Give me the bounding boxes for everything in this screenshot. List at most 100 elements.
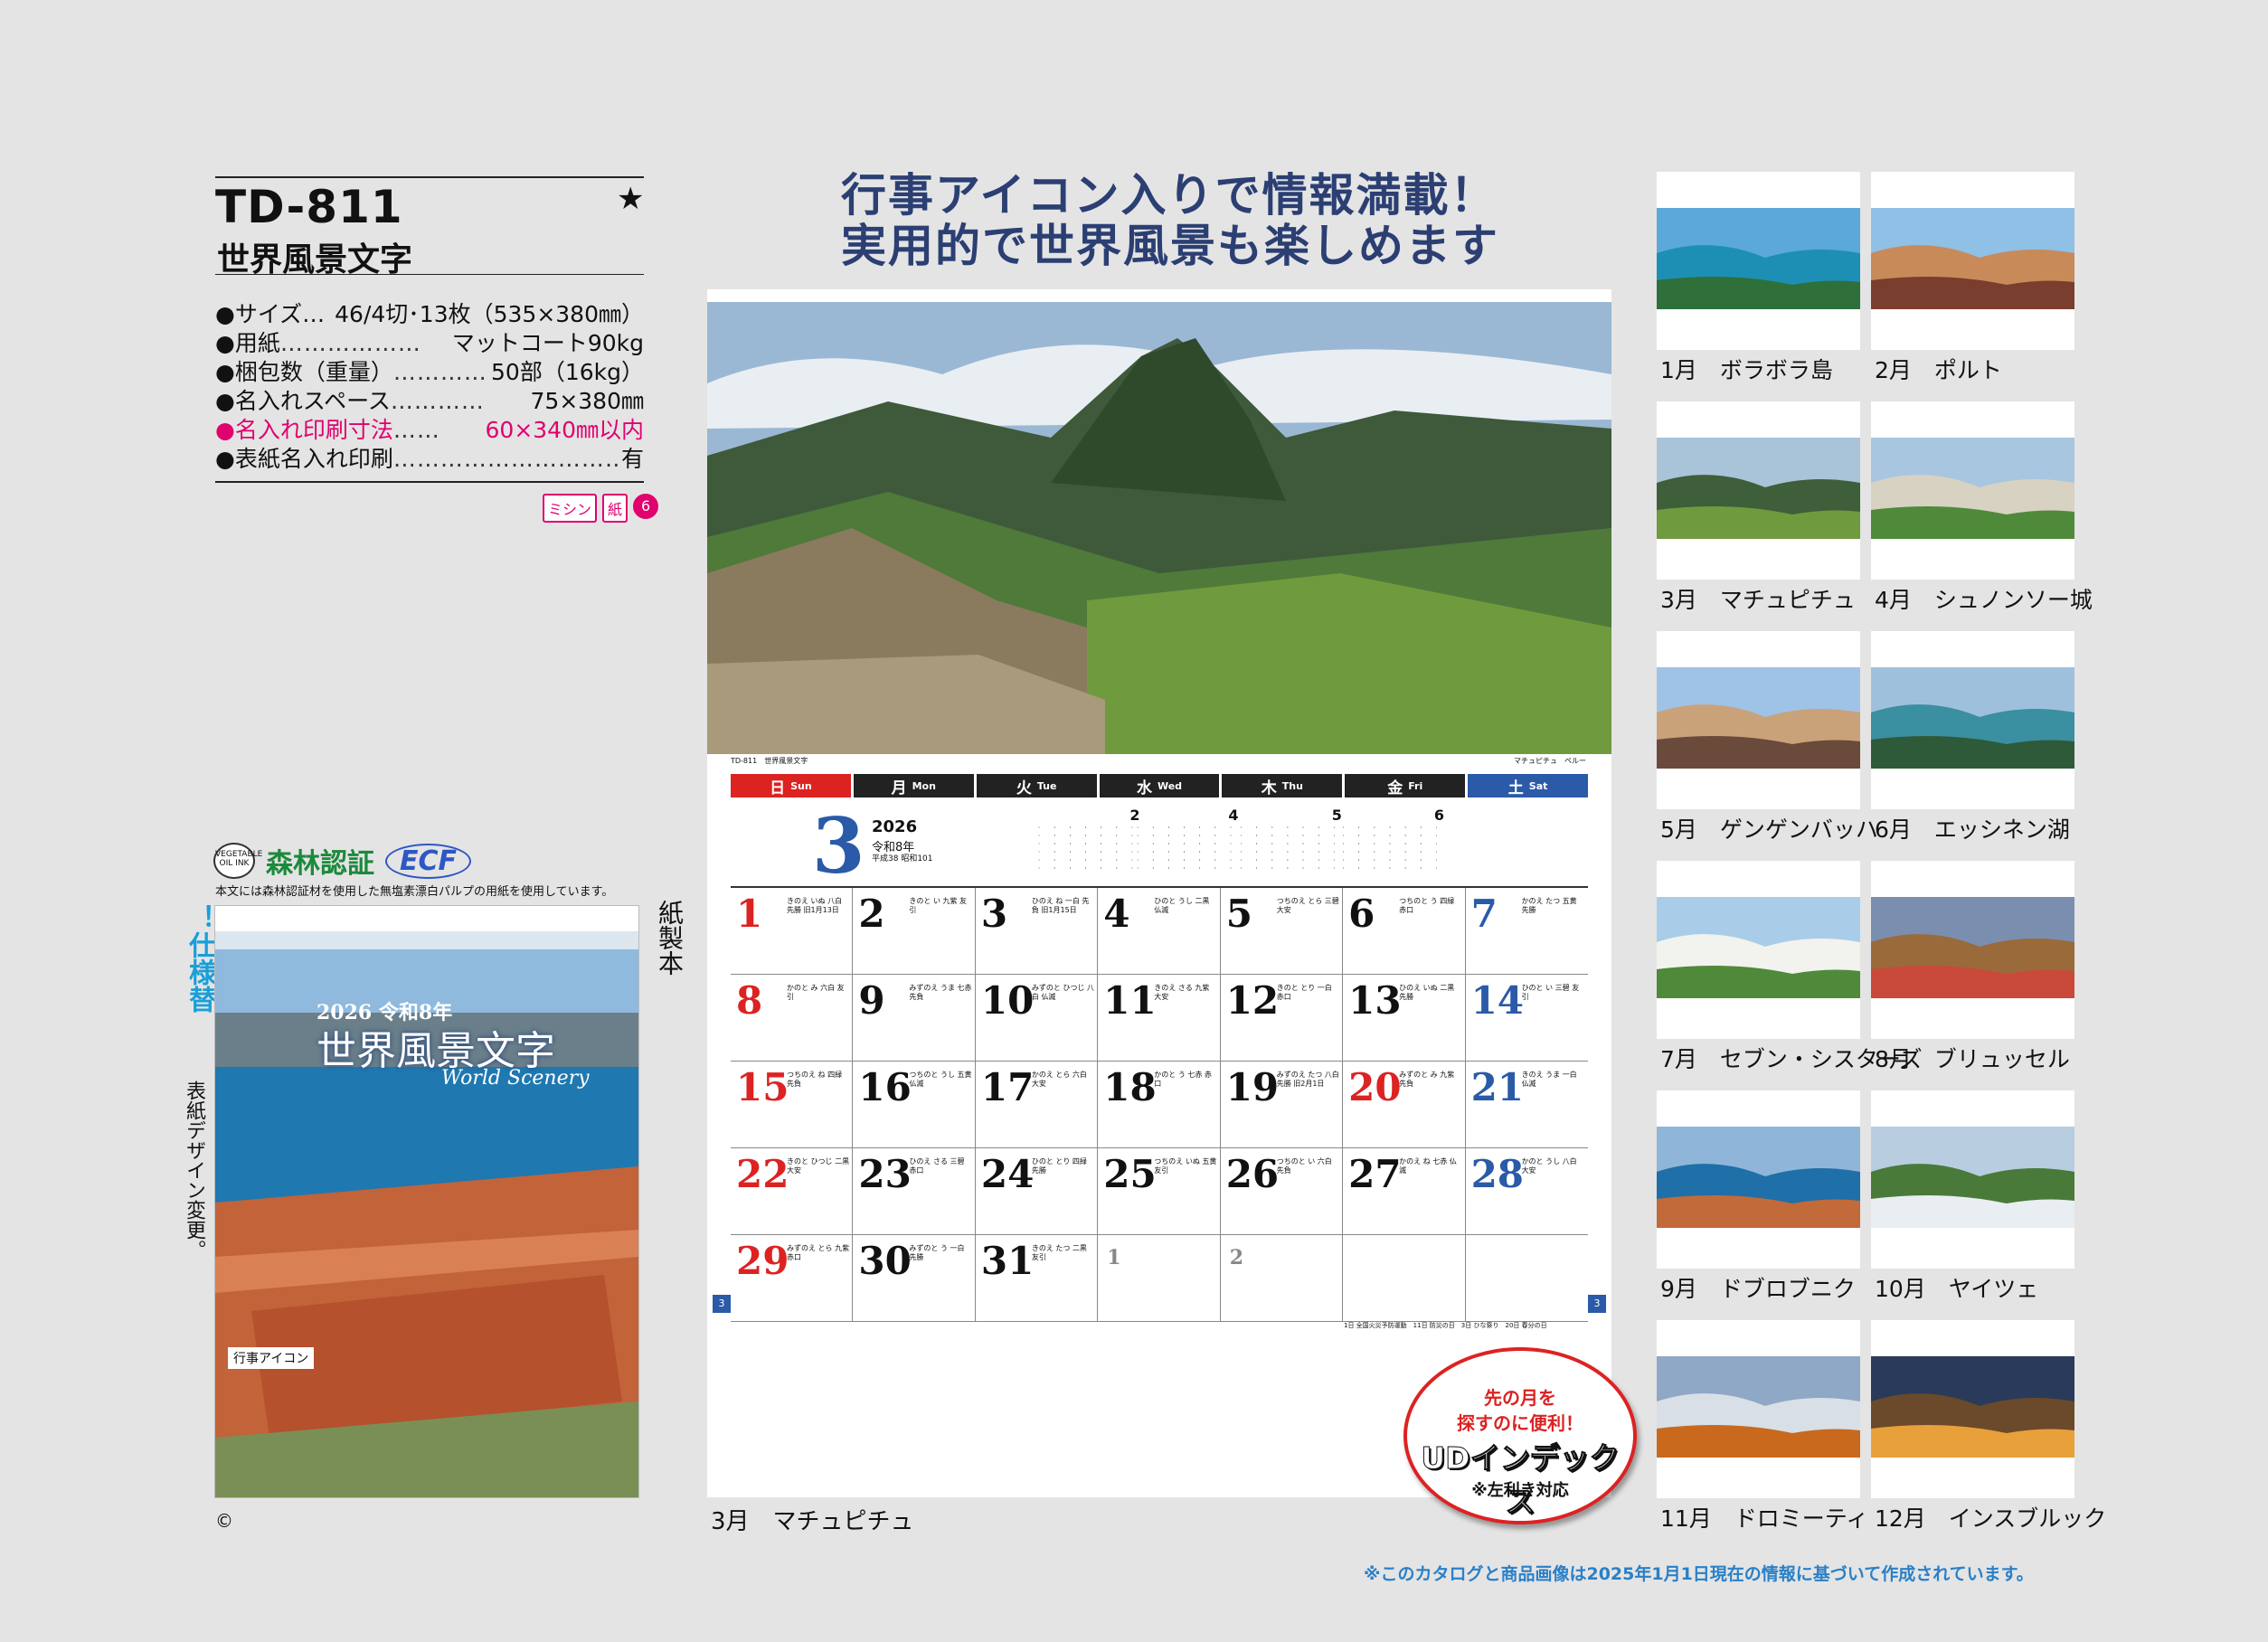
day-number: 26	[1225, 1152, 1280, 1196]
day-number: 1	[736, 892, 763, 936]
year: 2026	[872, 817, 918, 836]
day-cell: 11 きのえ さる 九紫 大安	[1098, 975, 1221, 1062]
day-note: つちのと い 六白 先負	[1276, 1157, 1332, 1175]
spec-value: マットコート90kg	[451, 330, 644, 356]
weekday-sun: 日 Sun	[731, 774, 851, 797]
day-number: 4	[1103, 892, 1130, 936]
thumbnail-caption: 3月 マチュピチュ	[1660, 587, 1856, 613]
day-note: みずのと う 一白 先勝	[909, 1244, 965, 1261]
day-number: 6	[1348, 892, 1375, 936]
month-thumbnail	[1657, 861, 1860, 1039]
thumbnail-caption: 4月 シュノンソー城	[1875, 587, 2093, 613]
spec-label: ●サイズ…	[215, 301, 326, 327]
thumbnail-photo	[1657, 1127, 1860, 1228]
spec-item: ●表紙名入れ印刷………………………… 有	[215, 445, 644, 474]
weekday-fri: 金 Fri	[1345, 774, 1466, 797]
thumbnail-caption: 9月 ドブロブニク	[1660, 1276, 1856, 1302]
thumbnail-caption: 6月 エッシネン湖	[1875, 816, 2070, 843]
star-icon: ★	[617, 181, 645, 217]
day-note: ひのえ ね 一白 先負 旧1月15日	[1031, 897, 1090, 914]
day-number: 31	[980, 1239, 1035, 1283]
day-note: つちのと う 四緑 赤口	[1399, 897, 1455, 914]
thumbnail-caption: 10月 ヤイツェ	[1875, 1276, 2039, 1302]
day-note: ひのえ さる 三碧 赤口	[909, 1157, 965, 1175]
day-number: 15	[736, 1065, 789, 1109]
binding-label: 紙製本	[655, 900, 685, 976]
certification-note: 本文には森林認証材を使用した無塩素漂白パルプの用紙を使用しています。	[215, 885, 614, 899]
thumbnail-photo	[1871, 438, 2074, 539]
calendar-page: TD-811 世界風景文字 マチュピチュ ペルー 日 Sun 月 Mon 火 Tue 水 We…	[707, 289, 1611, 1497]
day-note: つちのと うし 五黄 仏滅	[909, 1071, 972, 1088]
spec-label: ●名入れ印刷寸法	[215, 417, 393, 443]
day-number: 12	[1225, 978, 1280, 1023]
month-thumbnail	[1871, 861, 2074, 1039]
divider	[215, 274, 644, 275]
ud-note: ※左利き対応	[1471, 1481, 1569, 1500]
day-note: つちのえ ね 四緑 先負	[787, 1071, 843, 1088]
day-note: かのと う 七赤 赤口	[1154, 1071, 1212, 1088]
day-number: 21	[1470, 1065, 1525, 1109]
day-number: 25	[1103, 1152, 1157, 1196]
day-note: みずのえ うま 七赤 先負	[909, 984, 972, 1001]
spec-item: ●名入れスペース………… 75×380㎜	[215, 387, 644, 416]
weekday-jp: 水	[1136, 779, 1152, 797]
day-note: きのと い 九紫 友引	[909, 897, 968, 914]
day-cell: 27 かのえ ね 七赤 仏滅	[1343, 1148, 1466, 1235]
day-cell: 24 ひのと とり 四緑 先勝	[975, 1148, 1099, 1235]
day-cell: 4 ひのと うし 二黒 仏滅	[1098, 888, 1221, 975]
weekday-tue: 火 Tue	[976, 774, 1097, 797]
spec-value: 有	[620, 446, 644, 472]
day-cell: 7 かのえ たつ 五黄 先勝	[1465, 888, 1588, 975]
weekday-en: Sat	[1528, 779, 1548, 792]
day-cell: 18 かのと う 七赤 赤口	[1098, 1062, 1221, 1148]
day-cell: 14 ひのと い 三碧 友引	[1465, 975, 1588, 1062]
thumbnail-photo	[1871, 1356, 2074, 1458]
photo-code: TD-811 世界風景文字	[731, 757, 808, 765]
thumbnail-photo	[1871, 667, 2074, 769]
day-note: きのえ さる 九紫 大安	[1154, 984, 1210, 1001]
mini-month-number: 4	[1228, 807, 1239, 824]
main-photo	[707, 302, 1611, 754]
day-note: きのと とり 一白 赤口	[1276, 984, 1332, 1001]
vegetable-ink-logo: VEGETABLE OIL INK	[213, 843, 262, 879]
spec-item: ●用紙……………… マットコート90kg	[215, 329, 644, 358]
cover-image: 2026 令和8年 世界風景文字 World Scenery 行事アイコン	[215, 906, 638, 1497]
footnote: ※このカタログと商品画像は2025年1月1日現在の情報に基づいて作成されています…	[1364, 1564, 2034, 1584]
spec-leader: …………	[392, 359, 487, 385]
day-cell: 19 みずのえ たつ 八白 先勝 旧2月1日	[1220, 1062, 1344, 1148]
day-cell: 15 つちのえ ね 四緑 先負	[731, 1062, 854, 1148]
weekday-jp: 日	[770, 779, 786, 797]
day-cell: 2	[1220, 1235, 1344, 1322]
ecf-logo: ECF	[385, 843, 472, 879]
weekday-jp: 木	[1261, 779, 1277, 797]
day-cell: 1 きのえ いぬ 八白 先勝 旧1月13日	[731, 888, 854, 975]
day-cell: 6 つちのと う 四緑 赤口	[1343, 888, 1466, 975]
day-note: かのえ たつ 五黄 先勝	[1521, 897, 1577, 914]
mini-month: 5 · · · · · · · · · · · · · · · · · · · · · · · · · · · · · · · · · · · · · · ·…	[1233, 807, 1342, 873]
photo-caption: マチュピチュ ペルー	[1514, 757, 1586, 765]
day-cell: 1	[1098, 1235, 1221, 1322]
day-note: みずのえ たつ 八白 先勝 旧2月1日	[1276, 1071, 1339, 1088]
day-cell: 31 きのえ たつ 二黒 友引	[975, 1235, 1099, 1322]
month-thumbnail	[1871, 1090, 2074, 1269]
day-cell: 5 つちのえ とら 三碧 大安	[1220, 888, 1344, 975]
weekday-mon: 月 Mon	[853, 774, 974, 797]
mini-month-number: 2	[1129, 807, 1140, 824]
paper-badge: 紙	[602, 494, 628, 523]
day-number: 7	[1470, 892, 1498, 936]
day-note: みずのえ とら 九紫 赤口	[787, 1244, 850, 1261]
mini-month-number: 5	[1331, 807, 1342, 824]
day-note: きのえ たつ 二黒 友引	[1031, 1244, 1087, 1261]
spec-label: ●用紙	[215, 330, 280, 356]
headline-line-2: 実用的で世界風景も楽しめます	[841, 219, 1499, 272]
cover-icons-label: 行事アイコン	[228, 1347, 315, 1369]
month-thumbnail	[1657, 631, 1860, 809]
day-note: つちのえ いぬ 五黄 友引	[1154, 1157, 1217, 1175]
weekday-jp: 火	[1016, 779, 1032, 797]
day-cell: 12 きのと とり 一白 赤口	[1220, 975, 1344, 1062]
day-cell: 23 ひのえ さる 三碧 赤口	[853, 1148, 976, 1235]
certification-logos: VEGETABLE OIL INK 森林認証 ECF	[213, 841, 472, 881]
weekday-en: Sun	[790, 779, 812, 792]
day-note: かのと み 六白 友引	[787, 984, 845, 1001]
spec-leader: ……	[392, 417, 440, 443]
